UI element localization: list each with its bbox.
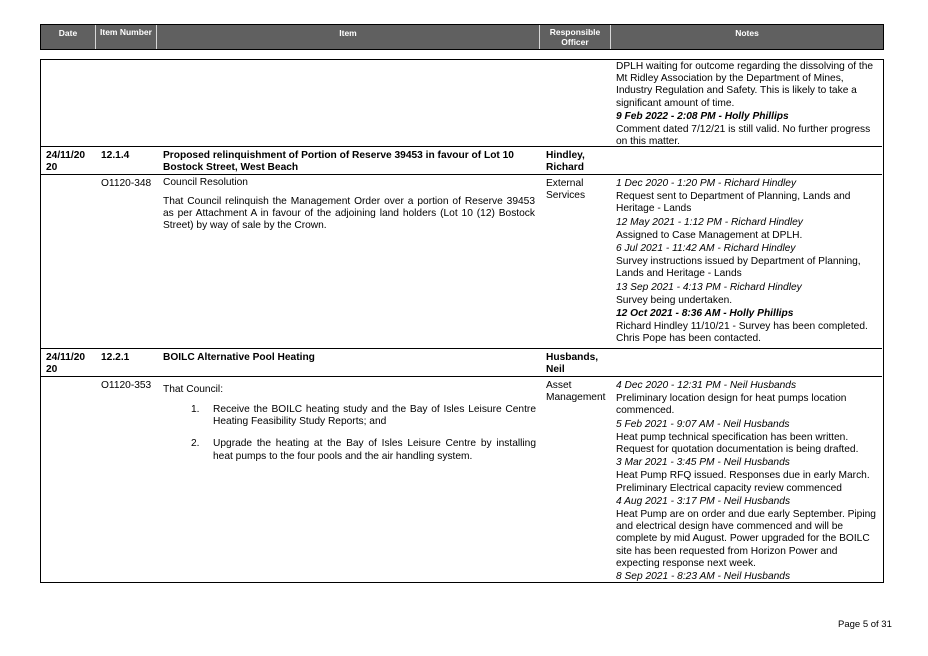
- responsible-unit: External Services: [546, 178, 586, 202]
- note-timestamp: 9 Feb 2022 - 2:08 PM - Holly Phillips: [616, 110, 789, 122]
- note-text: Richard Hindley 11/10/21 - Survey has be…: [616, 321, 868, 345]
- list-item: 1. Receive the BOILC heating study and t…: [191, 404, 536, 428]
- note-timestamp: 8 Sep 2021 - 8:23 AM - Neil Husbands: [616, 571, 791, 583]
- note-timestamp: 12 Oct 2021 - 8:36 AM - Holly Phillips: [616, 308, 794, 320]
- list-item: 2. Upgrade the heating at the Bay of Isl…: [191, 438, 536, 462]
- header-item-number: Item Number: [100, 27, 152, 37]
- resolution-list: 1. Receive the BOILC heating study and t…: [191, 404, 536, 473]
- note-timestamp: 6 Jul 2021 - 11:42 AM - Richard Hindley: [616, 243, 796, 255]
- continued-notes: DPLH waiting for outcome regarding the d…: [616, 61, 882, 149]
- item-notes: 1 Dec 2020 - 1:20 PM - Richard Hindley R…: [616, 178, 882, 347]
- item-date: 24/11/20 20: [46, 150, 86, 174]
- resolution-number: O1120-353: [101, 380, 152, 391]
- table-header: Date Item Number Item Responsible Office…: [40, 24, 884, 50]
- item-title: BOILC Alternative Pool Heating: [163, 352, 315, 363]
- header-responsible-officer: Responsible Officer: [549, 27, 601, 47]
- item-title: Proposed relinquishment of Portion of Re…: [163, 150, 514, 174]
- resolution-text: That Council relinquish the Management O…: [163, 196, 535, 232]
- item-officer: Hindley, Richard: [546, 150, 585, 174]
- item-number: 12.2.1: [101, 352, 130, 363]
- note-text: Heat Pump are on order and due early Sep…: [616, 509, 876, 569]
- note-timestamp: 5 Feb 2021 - 9:07 AM - Neil Husbands: [616, 418, 790, 430]
- note-text: Request sent to Department of Planning, …: [616, 191, 851, 215]
- item-officer: Husbands, Neil: [546, 352, 599, 376]
- list-text: Upgrade the heating at the Bay of Isles …: [213, 438, 536, 462]
- note-timestamp: 13 Sep 2021 - 4:13 PM - Richard Hindley: [616, 281, 802, 293]
- header-item: Item: [339, 28, 357, 38]
- note-text: DPLH waiting for outcome regarding the d…: [616, 61, 874, 109]
- resolution-heading: That Council:: [163, 384, 224, 395]
- actions-table: DPLH waiting for outcome regarding the d…: [40, 59, 884, 583]
- note-timestamp: 12 May 2021 - 1:12 PM - Richard Hindley: [616, 216, 803, 228]
- resolution-number: O1120-348: [101, 178, 152, 189]
- note-text: Preliminary location design for heat pum…: [616, 393, 847, 417]
- header-notes: Notes: [735, 28, 759, 38]
- note-timestamp: 4 Aug 2021 - 3:17 PM - Neil Husbands: [616, 495, 791, 507]
- note-timestamp: 1 Dec 2020 - 1:20 PM - Richard Hindley: [616, 178, 797, 189]
- item-number: 12.1.4: [101, 150, 130, 161]
- note-text: Heat Pump RFQ issued. Responses due in e…: [616, 470, 870, 494]
- note-timestamp: 4 Dec 2020 - 12:31 PM - Neil Husbands: [616, 380, 797, 391]
- responsible-unit: Asset Management: [546, 380, 606, 404]
- header-date: Date: [58, 28, 78, 38]
- note-timestamp: 3 Mar 2021 - 3:45 PM - Neil Husbands: [616, 457, 790, 469]
- note-text: Survey instructions issued by Department…: [616, 256, 861, 280]
- item-date: 24/11/20 20: [46, 352, 86, 376]
- note-text: Assigned to Case Management at DPLH.: [616, 229, 803, 241]
- item-notes: 4 Dec 2020 - 12:31 PM - Neil Husbands Pr…: [616, 380, 882, 584]
- note-text: Heat pump technical specification has be…: [616, 431, 859, 456]
- resolution-heading: Council Resolution: [163, 177, 248, 188]
- list-number: 2.: [191, 438, 200, 450]
- page-number: Page 5 of 31: [838, 619, 892, 630]
- note-text: Survey being undertaken.: [616, 294, 733, 306]
- list-number: 1.: [191, 404, 200, 415]
- note-text: Comment dated 7/12/21 is still valid. No…: [616, 124, 871, 148]
- list-text: Receive the BOILC heating study and the …: [213, 404, 536, 428]
